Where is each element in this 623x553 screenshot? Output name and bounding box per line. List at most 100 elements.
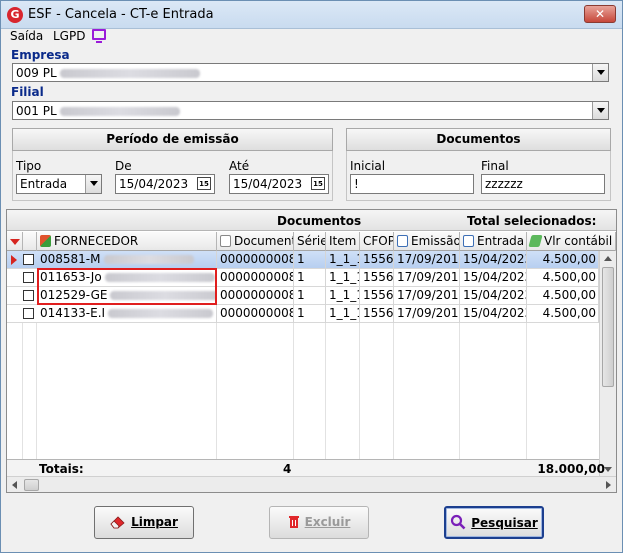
horizontal-scrollbar[interactable] — [7, 476, 616, 492]
documents-grid: Documentos Total selecionados: FORNECEDO… — [6, 209, 617, 493]
scroll-right-icon[interactable] — [606, 481, 611, 489]
periodo-header: Período de emissão — [12, 128, 333, 151]
vertical-scrollbar[interactable] — [599, 251, 616, 477]
final-input[interactable]: zzzzzz — [481, 174, 605, 194]
de-label: De — [115, 159, 132, 173]
sort-arrow-icon[interactable] — [10, 239, 20, 245]
menu-saida[interactable]: Saída — [10, 29, 43, 43]
ate-date-input[interactable]: 15/04/2023 15 — [229, 174, 329, 194]
redacted-text — [59, 107, 180, 116]
col-entrada[interactable]: Entrada — [460, 232, 527, 251]
group-total-selecionados: Total selecionados: — [467, 214, 597, 228]
cell-documento: 0000000008 — [217, 269, 294, 287]
row-checkbox[interactable] — [23, 290, 34, 301]
window-title: ESF - Cancela - CT-e Entrada — [28, 7, 214, 22]
monitor-icon[interactable] — [92, 29, 106, 43]
cell-fornecedor: 014133-E.I — [37, 305, 217, 323]
scroll-thumb[interactable] — [24, 479, 39, 491]
grid-line — [22, 323, 23, 459]
col-vlr-contabil[interactable]: Vlr contábil — [527, 232, 616, 251]
cell-emissao: 17/09/2019 — [394, 287, 460, 305]
col-emissao[interactable]: Emissão — [394, 232, 460, 251]
col-serie[interactable]: Série — [294, 232, 326, 251]
ate-label: Até — [229, 159, 250, 173]
grid-line — [325, 323, 326, 459]
col-documento[interactable]: Documento — [217, 232, 294, 251]
cell-documento: 0000000008 — [217, 251, 294, 269]
row-checkbox[interactable] — [23, 272, 34, 283]
cell-cfop: 1556 — [360, 269, 394, 287]
empresa-select[interactable]: 009 PL — [12, 63, 609, 82]
de-date-value: 15/04/2023 — [119, 177, 189, 191]
calendar-icon — [397, 235, 408, 247]
final-label: Final — [481, 159, 509, 173]
cell-documento: 0000000008 — [217, 305, 294, 323]
cell-entrada: 15/04/2023 — [460, 305, 527, 323]
row-checkbox[interactable] — [23, 254, 34, 265]
group-documentos: Documentos — [277, 214, 362, 228]
pesquisar-button[interactable]: Pesquisar — [444, 506, 544, 539]
main-window: G ESF - Cancela - CT-e Entrada ✕ Saída L… — [0, 0, 623, 553]
tipo-label: Tipo — [16, 159, 42, 173]
scroll-thumb[interactable] — [602, 267, 614, 387]
totals-value: 18.000,00 — [537, 462, 605, 476]
current-row-indicator-icon — [11, 255, 17, 265]
calendar-icon — [463, 235, 474, 247]
col-item[interactable]: Item — [326, 232, 360, 251]
cell-valor: 4.500,00 — [527, 305, 599, 323]
redacted-text — [59, 69, 200, 78]
scroll-up-icon[interactable] — [604, 256, 612, 261]
cell-fornecedor: 008581-M — [37, 251, 217, 269]
scroll-down-icon[interactable] — [604, 467, 612, 472]
trash-icon — [288, 510, 300, 541]
search-icon — [450, 511, 466, 542]
close-button[interactable]: ✕ — [584, 5, 616, 23]
grid-line — [393, 323, 394, 459]
cell-valor: 4.500,00 — [527, 251, 599, 269]
table-row[interactable]: 008581-M 0000000008 1 1_1_1 1556 17/09/2… — [7, 251, 599, 269]
cell-emissao: 17/09/2019 — [394, 251, 460, 269]
highlight-box — [37, 268, 217, 305]
inicial-input[interactable]: ! — [350, 174, 474, 194]
calendar-icon[interactable]: 15 — [197, 177, 211, 190]
ate-date-value: 15/04/2023 — [233, 177, 303, 191]
chevron-down-icon[interactable] — [85, 175, 101, 193]
chevron-down-icon[interactable] — [592, 102, 608, 119]
cell-entrada: 15/04/2023 — [460, 269, 527, 287]
de-date-input[interactable]: 15/04/2023 15 — [115, 174, 215, 194]
tipo-select[interactable]: Entrada — [16, 174, 102, 194]
eraser-icon — [110, 510, 126, 541]
table-row[interactable]: 014133-E.I 0000000008 1 1_1_1 1556 17/09… — [7, 305, 599, 323]
people-icon — [40, 235, 51, 247]
menu-bar: Saída LGPD — [1, 29, 622, 47]
cell-cfop: 1556 — [360, 251, 394, 269]
empresa-value: 009 PL — [16, 66, 57, 80]
grid-column-header: FORNECEDOR Documento Série Item CFOP Emi… — [7, 232, 616, 251]
redacted-text — [108, 309, 214, 318]
money-icon — [528, 235, 543, 247]
cell-emissao: 17/09/2019 — [394, 269, 460, 287]
col-fornecedor[interactable]: FORNECEDOR — [37, 232, 217, 251]
row-checkbox[interactable] — [23, 308, 34, 319]
inicial-label: Inicial — [350, 159, 386, 173]
chevron-down-icon[interactable] — [592, 64, 608, 81]
col-cfop[interactable]: CFOP — [360, 232, 394, 251]
cell-item: 1_1_1 — [326, 251, 360, 269]
cell-item: 1_1_1 — [326, 269, 360, 287]
excluir-button[interactable]: Excluir — [269, 506, 369, 539]
filial-select[interactable]: 001 PL — [12, 101, 609, 120]
cell-item: 1_1_1 — [326, 305, 360, 323]
filial-label: Filial — [11, 85, 44, 99]
cell-serie: 1 — [294, 287, 326, 305]
limpar-button[interactable]: Limpar — [94, 506, 194, 539]
cell-cfop: 1556 — [360, 305, 394, 323]
scroll-left-icon[interactable] — [12, 481, 17, 489]
grid-line — [36, 323, 37, 459]
grid-group-header: Documentos Total selecionados: — [7, 210, 616, 231]
empresa-label: Empresa — [11, 48, 70, 62]
redacted-text — [103, 255, 194, 264]
grid-line — [526, 323, 527, 459]
menu-lgpd[interactable]: LGPD — [53, 29, 85, 43]
cell-documento: 0000000008 — [217, 287, 294, 305]
calendar-icon[interactable]: 15 — [311, 177, 325, 190]
